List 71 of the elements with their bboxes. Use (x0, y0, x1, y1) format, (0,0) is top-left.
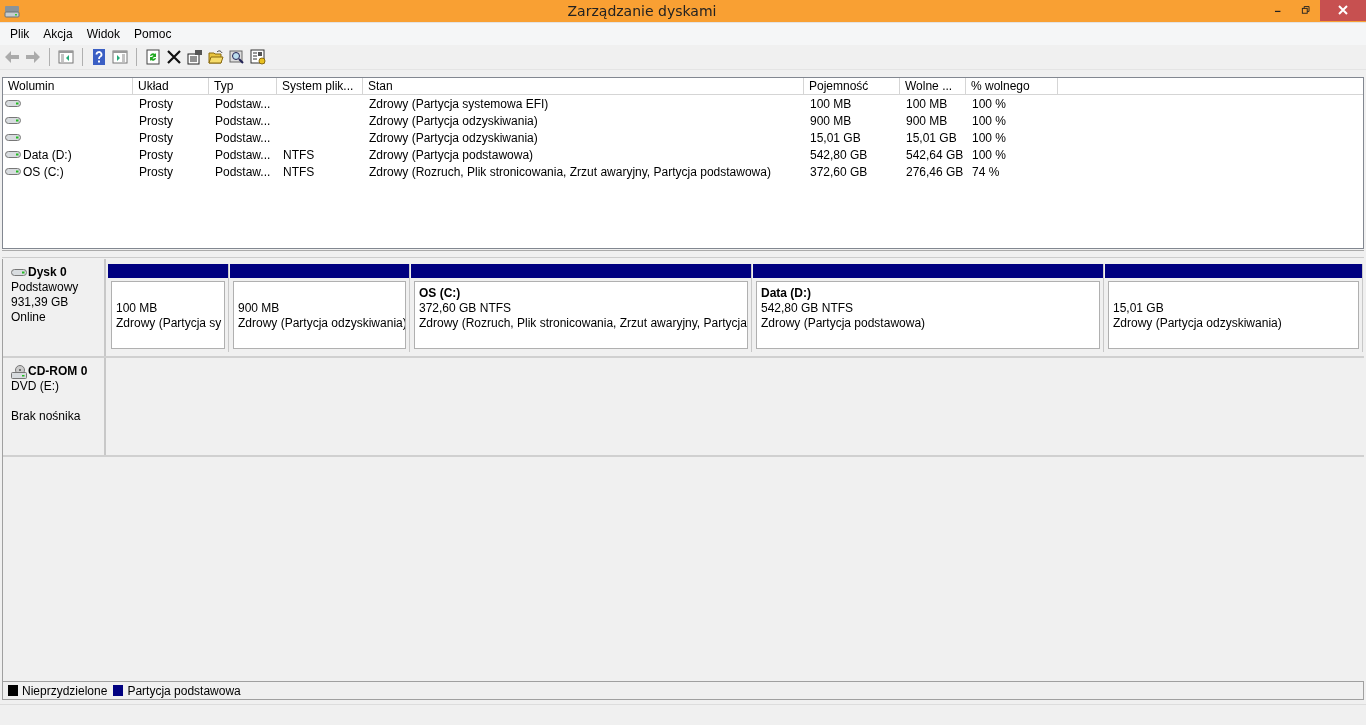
table-cell: Prosty (139, 130, 173, 145)
column-header[interactable]: Wolumin (3, 78, 133, 95)
table-cell: 372,60 GB (810, 164, 868, 179)
table-cell: 542,64 GB (906, 147, 964, 162)
partition-status: Zdrowy (Partycja podstawowa) (761, 316, 927, 331)
table-cell: Podstaw... (215, 130, 271, 145)
partition[interactable]: 15,01 GB Zdrowy (Partycja odzyskiwania) (1105, 264, 1363, 352)
menu-item[interactable]: Plik (3, 27, 37, 41)
partition[interactable]: 100 MB Zdrowy (Partycja sy (108, 264, 229, 352)
disk-info: Online (11, 310, 47, 325)
table-cell: 276,46 GB (906, 164, 964, 179)
table-cell: Podstaw... (215, 113, 271, 128)
menu-item[interactable]: Akcja (36, 27, 80, 41)
table-cell: Prosty (139, 164, 173, 179)
disk-name: Dysk 0 (28, 265, 67, 280)
legend-label: Partycja podstawowa (127, 683, 241, 698)
column-header[interactable]: Układ (133, 78, 209, 95)
partition-status: Zdrowy (Partycja odzyskiwania) (1113, 316, 1283, 331)
table-cell: Podstaw... (215, 147, 271, 162)
legend-label: Nieprzydzielone (22, 683, 108, 698)
table-cell: 100 MB (906, 96, 948, 111)
table-cell: 100 MB (810, 96, 852, 111)
partition[interactable]: OS (C:) 372,60 GB NTFS Zdrowy (Rozruch, Plik stronicowania, Zrzut awaryjny, Partycja (411, 264, 752, 352)
partition[interactable]: Data (D:) 542,80 GB NTFS Zdrowy (Partycja podstawowa) (753, 264, 1104, 352)
disk-name: CD-ROM 0 (28, 364, 88, 379)
table-cell: 15,01 GB (810, 130, 861, 145)
table-cell: Prosty (139, 113, 173, 128)
column-header[interactable]: Pojemność (804, 78, 900, 95)
table-cell: 100 % (972, 147, 1007, 162)
table-cell: Podstaw... (215, 96, 271, 111)
partition-size: 15,01 GB (1113, 301, 1165, 316)
column-header[interactable]: Typ (209, 78, 277, 95)
table-cell: Zdrowy (Rozruch, Plik stronicowania, Zrzut awaryjny, Partycja podstawowa) (369, 164, 771, 179)
disk-info: Brak nośnika (11, 409, 82, 424)
table-cell: NTFS (283, 147, 315, 162)
table-cell: 74 % (972, 164, 1000, 179)
table-cell: NTFS (283, 164, 315, 179)
table-cell: Prosty (139, 147, 173, 162)
table-cell: Podstaw... (215, 164, 271, 179)
partition-size: 900 MB (238, 301, 281, 316)
partition-size: 542,80 GB NTFS (761, 301, 855, 316)
table-cell: OS (C:) (23, 164, 64, 179)
partition-title: OS (C:) (419, 286, 462, 301)
table-cell: Data (D:) (23, 147, 72, 162)
table-cell: Zdrowy (Partycja systemowa EFI) (369, 96, 549, 111)
disk-info: Podstawowy (11, 280, 80, 295)
column-header[interactable]: System plik... (277, 78, 363, 95)
table-cell: Zdrowy (Partycja odzyskiwania) (369, 130, 538, 145)
table-cell: 15,01 GB (906, 130, 957, 145)
partition-status: Zdrowy (Rozruch, Plik stronicowania, Zrzut awaryjny, Partycja (419, 316, 747, 331)
window-title: Zarządzanie dyskami (566, 3, 718, 19)
partition-title: Data (D:) (761, 286, 812, 301)
menu-item[interactable]: Pomoc (127, 27, 179, 41)
partition-size: 372,60 GB NTFS (419, 301, 513, 316)
table-cell: Prosty (139, 96, 173, 111)
column-header[interactable]: Stan (363, 78, 804, 95)
column-header[interactable]: % wolnego (966, 78, 1058, 95)
table-cell: 100 % (972, 96, 1007, 111)
disk-info: DVD (E:) (11, 379, 60, 394)
table-cell: 542,80 GB (810, 147, 868, 162)
table-cell: 100 % (972, 130, 1007, 145)
table-cell: 100 % (972, 113, 1007, 128)
table-cell: Zdrowy (Partycja odzyskiwania) (369, 113, 538, 128)
table-cell: 900 MB (906, 113, 948, 128)
disk-info: 931,39 GB (11, 295, 70, 310)
table-cell: 900 MB (810, 113, 852, 128)
table-cell: Zdrowy (Partycja podstawowa) (369, 147, 534, 162)
column-header[interactable]: Wolne ... (900, 78, 966, 95)
partition-status: Zdrowy (Partycja sy (116, 316, 223, 331)
partition-size: 100 MB (116, 301, 159, 316)
menu-item[interactable]: Widok (79, 27, 128, 41)
